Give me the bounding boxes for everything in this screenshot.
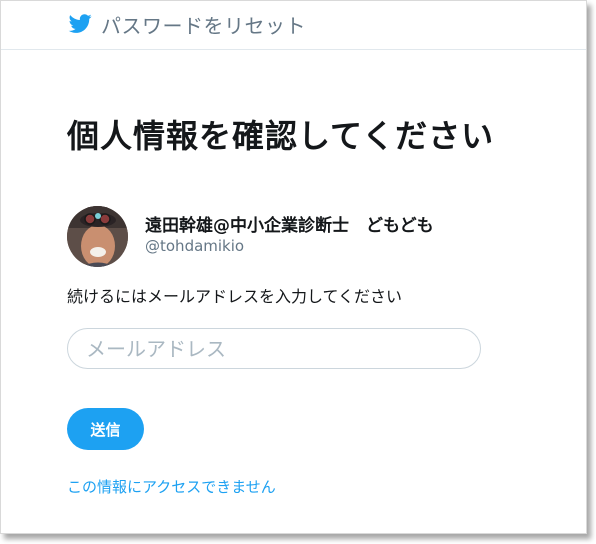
page-title: 個人情報を確認してください — [67, 117, 495, 155]
avatar — [67, 206, 128, 267]
account-handle: @tohdamikio — [145, 237, 245, 255]
top-bar: パスワードをリセット — [1, 1, 586, 50]
twitter-bird-icon — [68, 14, 92, 33]
email-input[interactable] — [67, 328, 481, 369]
send-button[interactable]: 送信 — [67, 408, 144, 450]
cant-access-link[interactable]: この情報にアクセスできません — [67, 476, 276, 497]
instruction-text: 続けるにはメールアドレスを入力してください — [67, 287, 403, 306]
account-display-name: 遠田幹雄@中小企業診断士 どもども — [145, 216, 434, 236]
header-title: パスワードをリセット — [101, 14, 306, 38]
reset-password-window: パスワードをリセット 個人情報を確認してください 遠田幹雄@中小企業診断士 ども… — [0, 0, 587, 534]
avatar-image — [67, 206, 128, 267]
